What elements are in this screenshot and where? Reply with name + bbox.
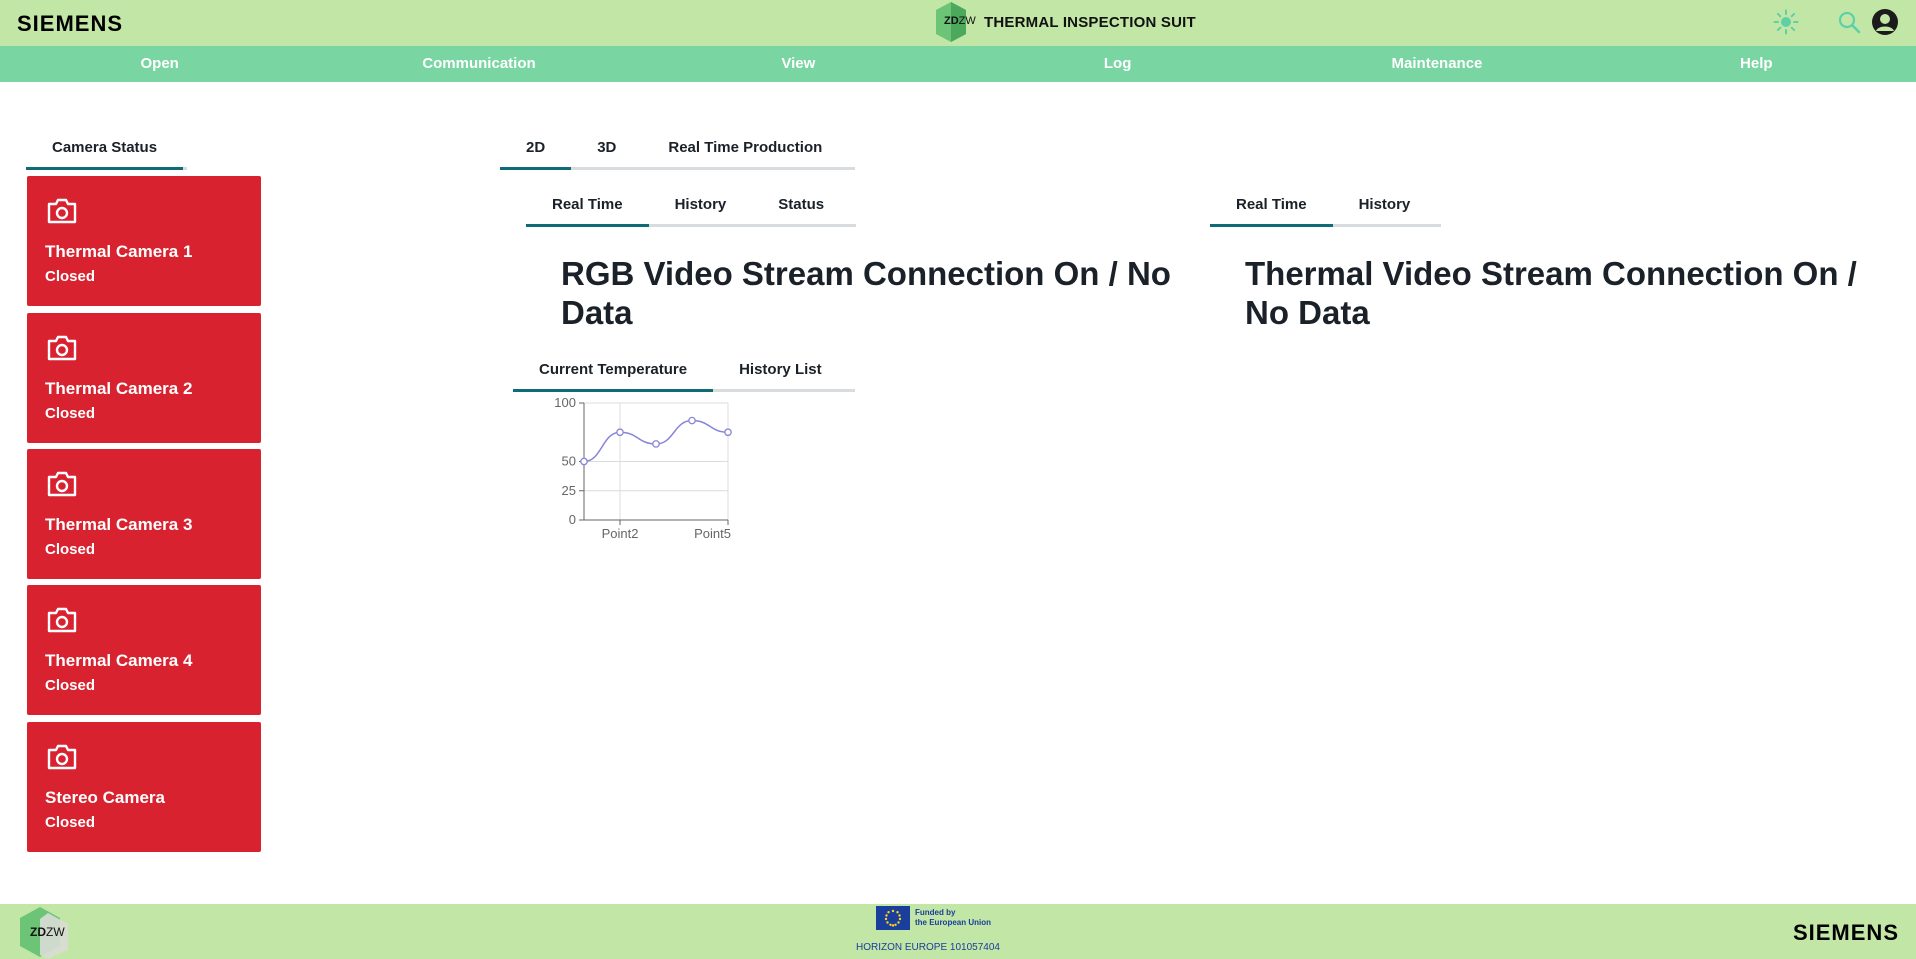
tab-2d[interactable]: 2D	[500, 130, 572, 170]
x-tick-label: Point2	[602, 526, 639, 541]
camera-status: Closed	[45, 268, 96, 285]
thermal-stream-tabs: Real Time History	[1210, 187, 1441, 227]
camera-status: Closed	[45, 677, 96, 694]
rgb-stream-message: RGB Video Stream Connection On / No Data	[561, 255, 1171, 331]
zdzw-logo-text: ZDZW	[944, 15, 976, 27]
camera-card-thermal-2[interactable]: Thermal Camera 2 Closed	[27, 313, 261, 443]
camera-card-thermal-4[interactable]: Thermal Camera 4 Closed	[27, 585, 261, 715]
zdzw-logo: ZDZW	[936, 2, 976, 42]
rgb-stream-tabs: Real Time History Status	[526, 187, 856, 227]
horizon-europe-id: HORIZON EUROPE 101057404	[856, 942, 1000, 953]
menu-maintenance[interactable]: Maintenance	[1277, 46, 1596, 82]
tab-thermal-real-time[interactable]: Real Time	[1210, 187, 1333, 227]
data-point	[616, 428, 624, 437]
camera-name: Thermal Camera 3	[45, 515, 193, 534]
camera-icon	[46, 744, 78, 775]
app-title: THERMAL INSPECTION SUIT	[984, 13, 1196, 31]
data-point	[652, 440, 660, 448]
camera-card-stereo[interactable]: Stereo Camera Closed	[27, 722, 261, 852]
x-tick-label: Point5	[694, 526, 731, 541]
y-tick-label: 100	[554, 395, 576, 410]
zdzw-footer-logo: ZDZW	[20, 905, 70, 959]
tab-current-temperature[interactable]: Current Temperature	[513, 352, 714, 392]
tab-rgb-history[interactable]: History	[649, 187, 753, 224]
data-point	[580, 457, 588, 466]
y-tick-label: 25	[562, 483, 576, 498]
data-point	[724, 428, 732, 437]
svg-text:ZDZW: ZDZW	[30, 925, 65, 939]
tab-history-list[interactable]: History List	[713, 352, 848, 389]
temperature-chart: 0 25 50 100 Point2 Point5	[554, 395, 732, 541]
y-tick-label: 0	[569, 512, 576, 527]
camera-icon	[46, 198, 78, 229]
camera-name: Thermal Camera 4	[45, 651, 193, 670]
menu-view[interactable]: View	[639, 46, 958, 82]
data-point	[688, 416, 696, 425]
view-tabs: 2D 3D Real Time Production	[500, 130, 855, 170]
temperature-tabs: Current Temperature History List	[513, 352, 855, 392]
eu-funding-text: Funded by the European Union	[915, 908, 991, 927]
user-avatar-icon[interactable]	[1870, 7, 1900, 37]
menu-log[interactable]: Log	[958, 46, 1277, 82]
camera-status: Closed	[45, 814, 96, 831]
camera-icon	[46, 471, 78, 502]
tab-rgb-status[interactable]: Status	[752, 187, 850, 224]
camera-card-thermal-3[interactable]: Thermal Camera 3 Closed	[27, 449, 261, 579]
camera-icon	[46, 335, 78, 366]
camera-name: Thermal Camera 2	[45, 379, 193, 398]
siemens-footer-logo: SIEMENS	[1792, 920, 1899, 945]
tab-thermal-history[interactable]: History	[1333, 187, 1437, 224]
footer: ZDZW Funded by the European Union HORIZO…	[0, 904, 1916, 959]
top-header: SIEMENS ZDZW THERMAL INSPECTION SUIT	[0, 0, 1916, 46]
siemens-logo: SIEMENS	[17, 11, 124, 36]
camera-status: Closed	[45, 541, 96, 558]
eu-funding-badge: Funded by the European Union	[876, 906, 991, 930]
menu-help[interactable]: Help	[1597, 46, 1916, 82]
camera-icon	[46, 607, 78, 638]
eu-flag-icon	[876, 906, 910, 930]
camera-card-thermal-1[interactable]: Thermal Camera 1 Closed	[27, 176, 261, 306]
y-tick-label: 50	[562, 454, 576, 469]
tab-rgb-real-time[interactable]: Real Time	[526, 187, 649, 227]
tab-real-time-production[interactable]: Real Time Production	[642, 130, 848, 167]
menu-open[interactable]: Open	[0, 46, 319, 82]
tab-3d[interactable]: 3D	[571, 130, 642, 167]
menu-communication[interactable]: Communication	[319, 46, 638, 82]
app-title-group: ZDZW THERMAL INSPECTION SUIT	[936, 2, 1196, 42]
main-menu: Open Communication View Log Maintenance …	[0, 46, 1916, 82]
tab-camera-status[interactable]: Camera Status	[26, 130, 184, 170]
camera-name: Stereo Camera	[45, 788, 166, 807]
camera-status: Closed	[45, 405, 96, 422]
camera-name: Thermal Camera 1	[45, 242, 193, 261]
sun-icon[interactable]	[1771, 7, 1801, 37]
search-icon[interactable]	[1834, 7, 1864, 37]
camera-status-tabs: Camera Status	[26, 130, 187, 170]
thermal-stream-message: Thermal Video Stream Connection On / No …	[1245, 255, 1857, 331]
